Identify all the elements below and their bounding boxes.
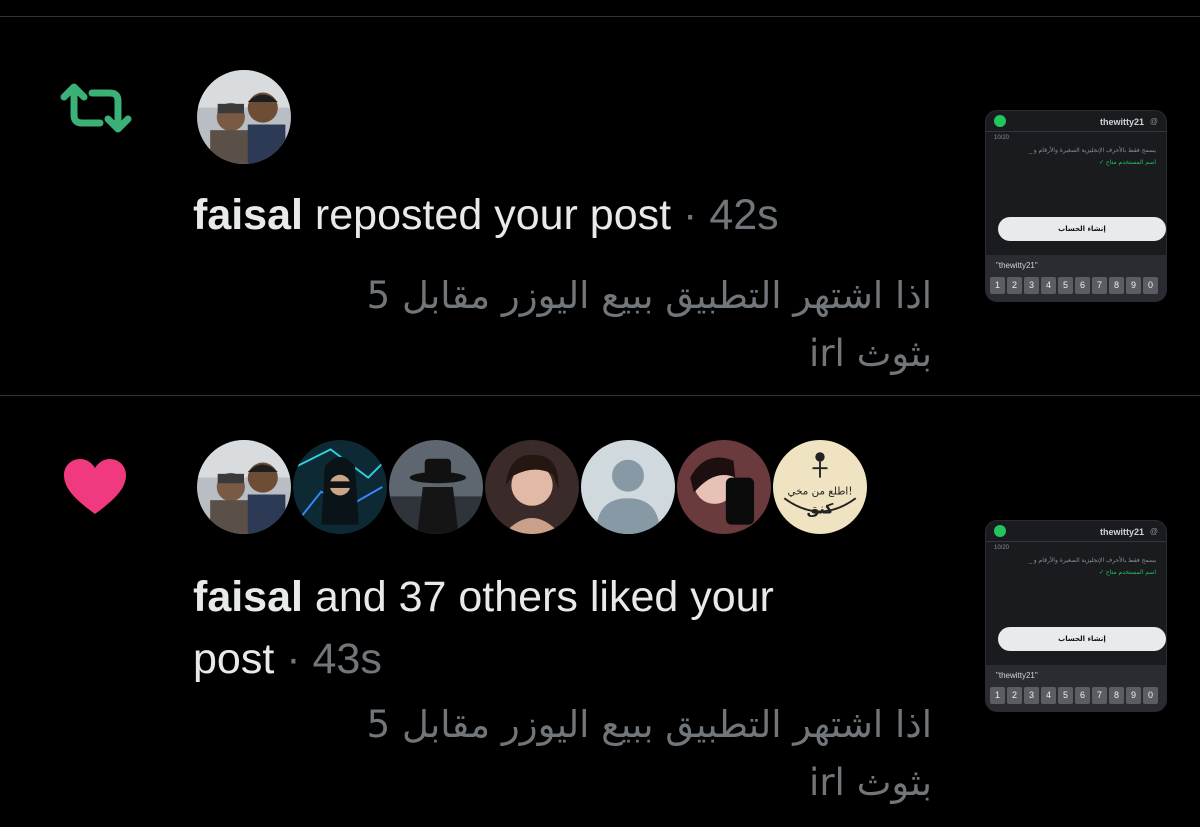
at-icon: @: [1149, 117, 1158, 126]
action-text: reposted your post: [314, 191, 672, 239]
thumb-digit-row: 1 2 3 4 5 6 7 8 9 0: [990, 277, 1158, 294]
avatar[interactable]: [293, 440, 387, 534]
digit-key: 1: [990, 687, 1005, 704]
thumb-count: 10/20: [994, 545, 1010, 551]
post-text-line: اذا اشتهر التطبيق ببيع اليوزر مقابل 5: [366, 703, 932, 746]
check-icon: [994, 525, 1006, 537]
heart-icon: [62, 458, 128, 516]
digit-key: 5: [1058, 687, 1073, 704]
thumb-available: اسم المستخدم متاح ✓: [1098, 569, 1156, 576]
avatar[interactable]: [197, 440, 291, 534]
thumb-help: يسمح فقط بالأحرف الإنجليزية الصغيرة والأ…: [1028, 557, 1156, 564]
digit-key: 7: [1092, 277, 1107, 294]
repost-icon: [60, 83, 132, 133]
thumb-digit-row: 1 2 3 4 5 6 7 8 9 0: [990, 687, 1158, 704]
avatar-caption: كنق: [807, 501, 834, 517]
digit-key: 8: [1109, 687, 1124, 704]
post-text-line: بثوث irl: [809, 332, 932, 375]
like-notification[interactable]: اطلع من مخي! كنق faisal and 37 others li…: [0, 396, 1200, 827]
avatar[interactable]: اطلع من مخي! كنق: [773, 440, 867, 534]
post-snippet[interactable]: اذا اشتهر التطبيق ببيع اليوزر مقابل 5 بث…: [192, 696, 932, 812]
post-snippet[interactable]: اذا اشتهر التطبيق ببيع اليوزر مقابل 5 بث…: [192, 267, 932, 383]
thumb-help: يسمح فقط بالأحرف الإنجليزية الصغيرة والأ…: [1028, 147, 1156, 154]
digit-key: 6: [1075, 687, 1090, 704]
action-text: and 37 others liked your: [314, 573, 774, 621]
separator: ·: [683, 191, 698, 239]
at-icon: @: [1149, 527, 1158, 536]
digit-key: 5: [1058, 277, 1073, 294]
avatar[interactable]: [677, 440, 771, 534]
separator: ·: [286, 635, 301, 683]
post-text-line: بثوث irl: [809, 761, 932, 804]
thumb-username: thewitty21: [1099, 117, 1144, 127]
digit-key: 2: [1007, 687, 1022, 704]
digit-key: 8: [1109, 277, 1124, 294]
digit-key: 3: [1024, 277, 1039, 294]
digit-key: 4: [1041, 277, 1056, 294]
digit-key: 1: [990, 277, 1005, 294]
actor-name[interactable]: faisal: [193, 191, 303, 239]
notification-text: faisal and 37 others liked your post · 4…: [193, 566, 873, 690]
avatar[interactable]: [197, 70, 291, 164]
notification-text: faisal reposted your post · 42s: [193, 184, 779, 246]
thumb-suggestion: "thewitty21": [996, 261, 1038, 270]
avatar[interactable]: [485, 440, 579, 534]
post-thumbnail[interactable]: thewitty21 @ 10/20 يسمح فقط بالأحرف الإن…: [985, 110, 1167, 302]
digit-key: 6: [1075, 277, 1090, 294]
avatar[interactable]: [581, 440, 675, 534]
timestamp: 43s: [312, 635, 382, 683]
digit-key: 9: [1126, 687, 1141, 704]
avatar-caption: اطلع من مخي!: [788, 486, 853, 498]
thumb-divider: [986, 541, 1166, 542]
digit-key: 9: [1126, 277, 1141, 294]
digit-key: 2: [1007, 277, 1022, 294]
thumb-count: 10/20: [994, 135, 1010, 141]
digit-key: 4: [1041, 687, 1056, 704]
digit-key: 0: [1143, 277, 1158, 294]
thumb-divider: [986, 131, 1166, 132]
thumb-username: thewitty21: [1099, 527, 1144, 537]
check-icon: [994, 115, 1006, 127]
thumb-button: إنشاء الحساب: [998, 217, 1166, 241]
thumb-available: اسم المستخدم متاح ✓: [1098, 159, 1156, 166]
digit-key: 3: [1024, 687, 1039, 704]
post-thumbnail[interactable]: thewitty21 @ 10/20 يسمح فقط بالأحرف الإن…: [985, 520, 1167, 712]
thumb-button: إنشاء الحساب: [998, 627, 1166, 651]
avatar[interactable]: [389, 440, 483, 534]
post-text-line: اذا اشتهر التطبيق ببيع اليوزر مقابل 5: [366, 274, 932, 317]
digit-key: 7: [1092, 687, 1107, 704]
digit-key: 0: [1143, 687, 1158, 704]
actor-name[interactable]: faisal: [193, 573, 303, 621]
thumb-suggestion: "thewitty21": [996, 671, 1038, 680]
repost-notification[interactable]: faisal reposted your post · 42s اذا اشته…: [0, 17, 1200, 395]
action-text-cont: post: [193, 635, 275, 683]
timestamp: 42s: [709, 191, 779, 239]
